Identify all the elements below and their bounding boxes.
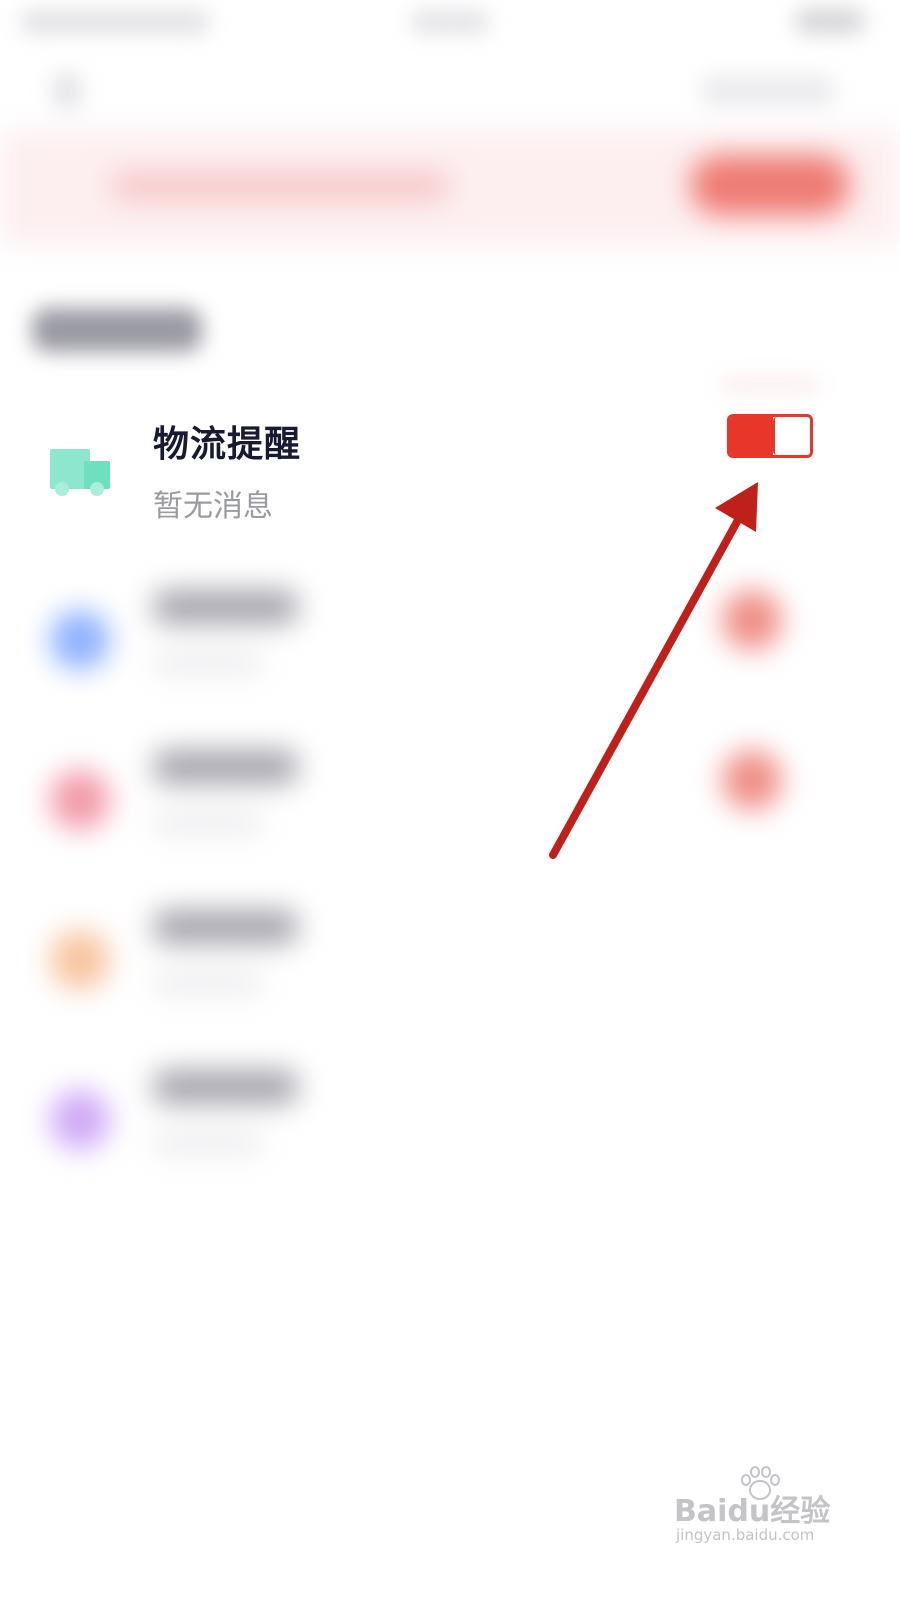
divider [720,380,820,390]
logistics-reminder-status: 暂无消息 [153,489,273,524]
status-bar-center [410,10,490,34]
section-heading [32,308,202,352]
watermark: Baidu经验 jingyan.baidu.com [672,1466,852,1556]
list-item-title [153,590,298,624]
service-icon [50,610,110,670]
watermark-brand: Baidu经验 [674,1494,831,1529]
logistics-reminder-title: 物流提醒 [153,424,302,465]
list-item-subtitle [153,972,263,994]
list-item-title [153,1070,298,1104]
logistics-reminder-row[interactable]: 物流提醒 暂无消息 [0,405,900,535]
list-item[interactable] [0,1060,900,1190]
banner-text [110,172,450,200]
truck-icon [50,449,110,496]
watermark-url: jingyan.baidu.com [676,1526,815,1544]
list-item[interactable] [0,740,900,870]
toggle-knob [773,417,810,455]
toggle-track-on [730,417,773,455]
list-item-subtitle [153,652,263,674]
battery-icon [795,8,865,34]
list-item[interactable] [0,900,900,1030]
unread-badge [722,590,782,650]
status-bar [0,0,900,50]
logistics-reminder-toggle[interactable] [727,414,813,458]
list-item-subtitle [153,812,263,834]
service-icon [50,930,110,990]
list-item-title [153,910,298,944]
status-bar-time [20,10,210,34]
back-icon[interactable] [52,73,82,109]
list-item[interactable] [0,580,900,710]
banner-button[interactable] [690,155,850,215]
service-icon [50,1090,110,1150]
nav-right-action[interactable] [700,75,835,107]
list-item-subtitle [153,1132,263,1154]
list-item-title [153,750,298,784]
service-icon [50,770,110,830]
nav-bar [0,55,900,125]
notification-banner [0,130,900,245]
unread-badge [722,750,782,810]
